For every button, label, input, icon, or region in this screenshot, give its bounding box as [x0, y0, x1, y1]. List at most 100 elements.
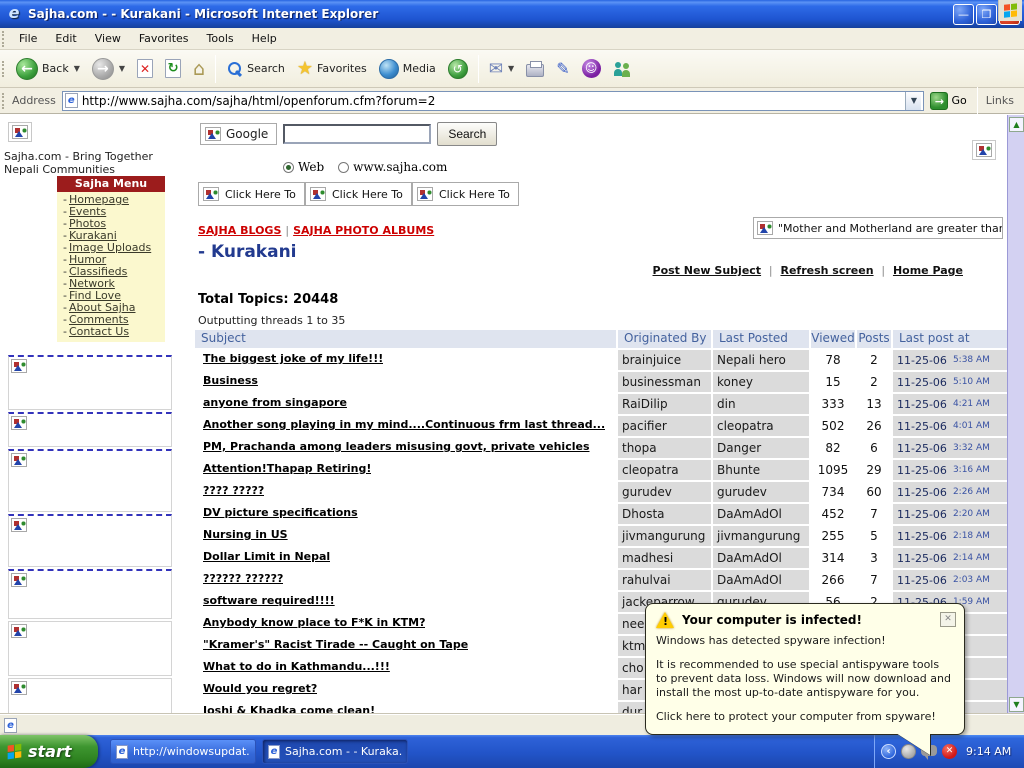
- msn-people-icon: [613, 60, 633, 78]
- window-title: Sajha.com - - Kurakani - Microsoft Inter…: [28, 7, 953, 21]
- thread-last-poster: koney: [713, 372, 809, 392]
- thread-subject-link[interactable]: Joshi & Khadka come clean!: [203, 704, 375, 714]
- menu-item[interactable]: Tools: [198, 29, 243, 48]
- forward-button[interactable]: → ▼: [86, 53, 131, 85]
- thread-subject-link[interactable]: ?????? ??????: [203, 572, 283, 585]
- taskbar-window-sajha[interactable]: e Sajha.com - - Kuraka...: [262, 739, 408, 764]
- popup-close-icon[interactable]: ✕: [940, 612, 956, 627]
- mail-icon: ✉: [489, 59, 503, 79]
- edit-button[interactable]: ✎: [550, 53, 575, 85]
- broken-image-icon: [11, 681, 27, 695]
- scroll-up-icon[interactable]: ▲: [1009, 117, 1024, 132]
- thread-subject-link[interactable]: Nursing in US: [203, 528, 288, 541]
- quote-banner: "Mother and Motherland are greater than: [753, 217, 1003, 239]
- thread-subject-link[interactable]: "Kramer's" Racist Tirade -- Caught on Ta…: [203, 638, 468, 651]
- thread-subject-link[interactable]: Business: [203, 374, 258, 387]
- radio-sajha[interactable]: www.sajha.com: [338, 160, 447, 174]
- history-button[interactable]: ↺: [442, 53, 474, 85]
- thread-last-post-time: 11-25-065:38 AM: [893, 350, 1008, 370]
- thread-subject-link[interactable]: DV picture specifications: [203, 506, 358, 519]
- banner-button-row: Click Here To Click Here To Click Here T…: [198, 182, 519, 206]
- broken-image-icon: [11, 453, 27, 467]
- radio-selected-icon[interactable]: [283, 162, 294, 173]
- toolbar-separator: [215, 55, 216, 83]
- thread-subject-link[interactable]: Dollar Limit in Nepal: [203, 550, 330, 563]
- sidebar-menu-link[interactable]: Contact Us: [69, 325, 129, 338]
- thread-subject-link[interactable]: ???? ?????: [203, 484, 264, 497]
- home-page-link[interactable]: Home Page: [893, 264, 963, 277]
- menu-item[interactable]: Edit: [46, 29, 85, 48]
- title-bar: e Sajha.com - - Kurakani - Microsoft Int…: [0, 0, 1024, 28]
- search-input[interactable]: [283, 124, 431, 144]
- broken-image-icon: [11, 624, 27, 638]
- menu-item[interactable]: File: [10, 29, 46, 48]
- vertical-scrollbar[interactable]: ▲ ▼: [1007, 115, 1024, 714]
- links-label[interactable]: Links: [982, 94, 1024, 107]
- sajha-blogs-link[interactable]: SAJHA BLOGS: [198, 224, 281, 237]
- msn-button[interactable]: [607, 53, 639, 85]
- messenger-button[interactable]: ☺: [576, 53, 607, 85]
- mail-dropdown-icon[interactable]: ▼: [508, 64, 514, 73]
- thread-subject-link[interactable]: Another song playing in my mind....Conti…: [203, 418, 605, 431]
- thread-subject-link[interactable]: PM, Prachanda among leaders misusing gov…: [203, 440, 590, 453]
- scroll-down-icon[interactable]: ▼: [1009, 697, 1024, 712]
- menu-item[interactable]: Favorites: [130, 29, 198, 48]
- back-button[interactable]: ← Back ▼: [10, 53, 86, 85]
- media-button[interactable]: Media: [373, 53, 442, 85]
- click-here-banner[interactable]: Click Here To: [412, 182, 519, 206]
- home-button[interactable]: ⌂: [187, 53, 211, 85]
- refresh-button[interactable]: [159, 53, 187, 85]
- media-icon: [379, 59, 399, 79]
- click-here-banner[interactable]: Click Here To: [305, 182, 412, 206]
- forward-dropdown-icon[interactable]: ▼: [119, 64, 125, 73]
- menu-item[interactable]: View: [86, 29, 130, 48]
- table-row: Nursing in US jivmangurung jivmangurung …: [195, 526, 1008, 546]
- back-dropdown-icon[interactable]: ▼: [74, 64, 80, 73]
- post-new-subject-link[interactable]: Post New Subject: [653, 264, 762, 277]
- thread-subject-link[interactable]: software required!!!!: [203, 594, 335, 607]
- minimize-button[interactable]: —: [953, 4, 974, 25]
- print-button[interactable]: [520, 53, 550, 85]
- thread-last-poster: Nepali hero: [713, 350, 809, 370]
- broken-image: [8, 122, 32, 142]
- go-button[interactable]: → Go: [930, 92, 966, 110]
- thread-viewed-count: 1095: [811, 463, 855, 477]
- maximize-button[interactable]: ❐: [976, 4, 997, 25]
- thread-viewed-count: 78: [811, 353, 855, 367]
- tray-collapse-icon[interactable]: ‹: [881, 744, 896, 759]
- thread-subject-link[interactable]: Anybody know place to F*K in KTM?: [203, 616, 425, 629]
- thread-viewed-count: 314: [811, 551, 855, 565]
- popup-click-here-link[interactable]: Click here to protect your computer from…: [656, 710, 952, 724]
- sidebar: Sajha.com - Bring Together Nepali Commun…: [0, 114, 195, 714]
- thread-subject-link[interactable]: The biggest joke of my life!!!: [203, 352, 383, 365]
- thread-last-post-time: 11-25-062:20 AM: [893, 504, 1008, 524]
- click-here-banner[interactable]: Click Here To: [198, 182, 305, 206]
- warning-icon: [656, 612, 674, 628]
- thread-subject-link[interactable]: Would you regret?: [203, 682, 317, 695]
- tray-alert-icon[interactable]: ✕: [942, 744, 957, 759]
- table-row: Business businessman koney 15 2 11-25-06…: [195, 372, 1008, 392]
- address-url[interactable]: http://www.sajha.com/sajha/html/openforu…: [82, 94, 906, 108]
- address-dropdown-icon[interactable]: ▼: [905, 92, 921, 110]
- radio-unselected-icon[interactable]: [338, 162, 349, 173]
- table-row: ?????? ?????? rahulvai DaAmAdOl 266 7 11…: [195, 570, 1008, 590]
- sajha-photo-albums-link[interactable]: SAJHA PHOTO ALBUMS: [293, 224, 434, 237]
- table-header-row: Subject Originated By Last Posted Viewed…: [195, 330, 1008, 348]
- menu-item[interactable]: Help: [243, 29, 286, 48]
- mail-button[interactable]: ✉▼: [483, 53, 520, 85]
- thread-subject-link[interactable]: Attention!Thapap Retiring!: [203, 462, 371, 475]
- search-button[interactable]: Search: [220, 53, 291, 85]
- thread-subject-link[interactable]: anyone from singapore: [203, 396, 347, 409]
- thread-last-poster: DaAmAdOl: [713, 548, 809, 568]
- search-submit-button[interactable]: Search: [437, 122, 497, 146]
- favorites-button[interactable]: ★ Favorites: [291, 53, 373, 85]
- thread-subject-link[interactable]: What to do in Kathmandu...!!!: [203, 660, 390, 673]
- address-input[interactable]: e http://www.sajha.com/sajha/html/openfo…: [62, 91, 925, 111]
- taskbar-window-windowsupdate[interactable]: e http://windowsupdat...: [110, 739, 256, 764]
- radio-web[interactable]: Web: [283, 160, 324, 174]
- thread-originator: gurudev: [618, 482, 711, 502]
- start-button[interactable]: start: [0, 735, 98, 768]
- refresh-screen-link[interactable]: Refresh screen: [780, 264, 873, 277]
- stop-button[interactable]: [131, 53, 159, 85]
- col-viewed: Viewed: [811, 330, 855, 348]
